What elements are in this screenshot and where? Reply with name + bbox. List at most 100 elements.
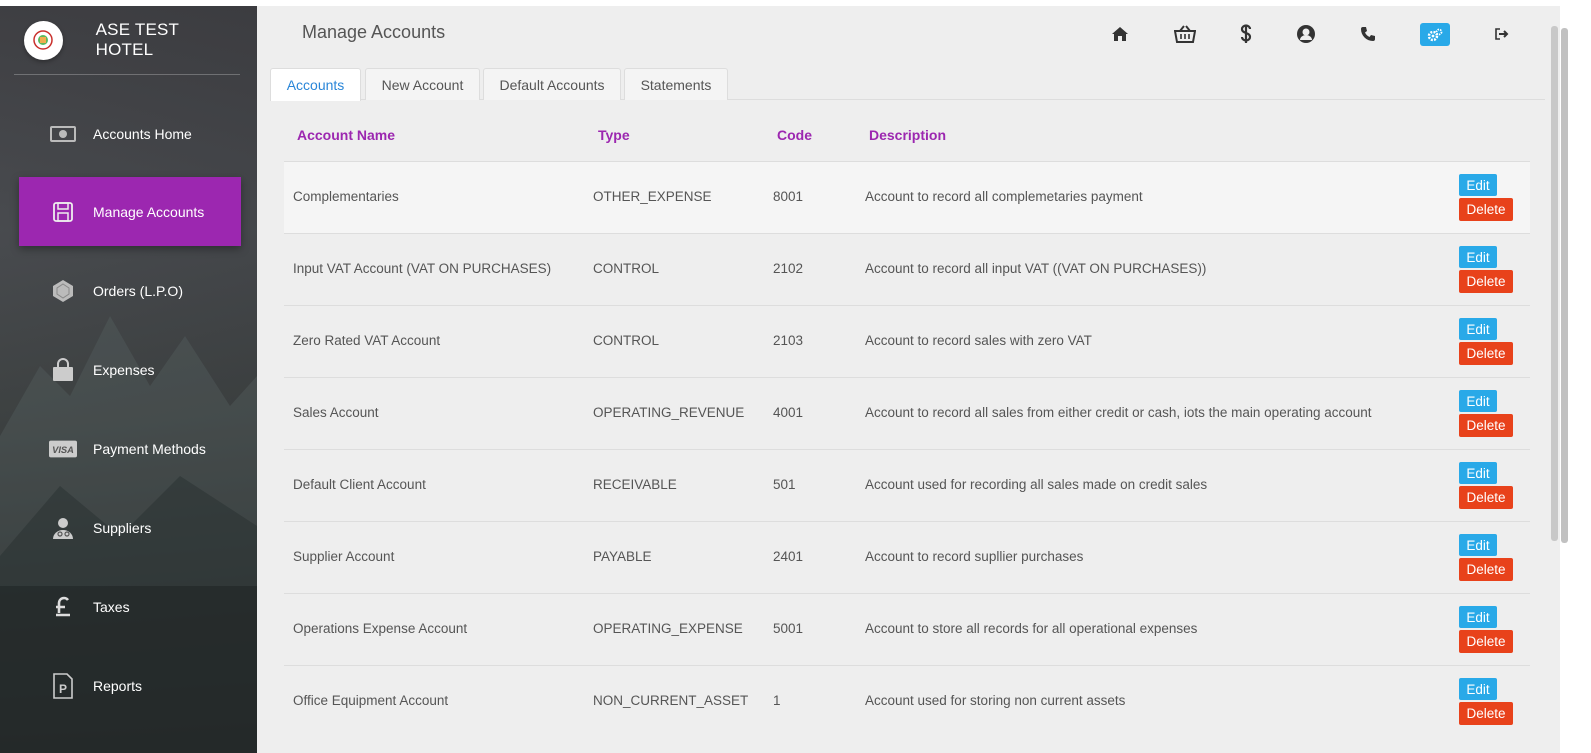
tab-default-accounts[interactable]: Default Accounts [483,68,621,100]
delete-button[interactable]: Delete [1459,558,1513,581]
column-header-description: Description [869,127,947,143]
cell-description: Account to record sales with zero VAT [865,333,1092,348]
user-md-icon [49,516,77,540]
edit-button[interactable]: Edit [1459,462,1497,484]
sidebar-item-label: Orders (L.P.O) [93,282,183,299]
cell-code: 1 [773,693,781,708]
basket-icon[interactable] [1171,20,1199,48]
accounts-table: Account Name Type Code Description Compl… [284,116,1530,737]
cell-description: Account used for storing non current ass… [865,693,1126,708]
cell-description: Account to store all records for all ope… [865,621,1198,636]
sidebar-item-label: Reports [93,677,143,694]
edit-button[interactable]: Edit [1459,606,1497,628]
tab-accounts[interactable]: Accounts [270,68,361,101]
cell-code: 8001 [773,189,804,204]
cell-type: PAYABLE [593,549,652,564]
cell-account-name: Sales Account [293,405,379,420]
table-row: Complementaries OTHER_EXPENSE 8001 Account … [284,161,1530,233]
cell-account-name: Input VAT Account (VAT ON PURCHASES) [293,261,552,276]
table-row: Supplier Account PAYABLE 2401 Account to re… [284,521,1530,593]
edit-button[interactable]: Edit [1459,390,1497,412]
table-row: Zero Rated VAT Account CONTROL 2103 Account… [284,305,1530,377]
delete-button[interactable]: Delete [1459,630,1513,653]
cell-description: Account used for recording all sales mad… [865,477,1208,492]
scrollbar-track[interactable] [1560,6,1591,753]
save-icon [49,200,77,224]
delete-button[interactable]: Delete [1459,486,1513,509]
table-body: Complementaries OTHER_EXPENSE 8001 Account … [284,161,1530,737]
shopping-bag-icon [49,357,77,382]
phone-icon[interactable] [1354,20,1382,48]
edit-button[interactable]: Edit [1459,246,1497,268]
column-header-account-name: Account Name [297,127,396,143]
cell-code: 5001 [773,621,804,636]
delete-button[interactable]: Delete [1459,414,1513,437]
sign-out-icon[interactable] [1488,20,1516,48]
cell-code: 2103 [773,333,804,348]
cell-description: Account to record all sales from either … [865,405,1372,420]
delete-button[interactable]: Delete [1459,702,1513,725]
sidebar-item-suppliers[interactable]: Suppliers [19,493,241,562]
sidebar-item-label: Suppliers [93,519,152,536]
cell-code: 2401 [773,549,804,564]
tab-new-account[interactable]: New Account [365,68,480,100]
column-header-type: Type [598,127,630,143]
cell-account-name: Default Client Account [293,477,426,492]
dollar-icon[interactable] [1232,20,1260,48]
report-icon: P [49,672,77,699]
cell-type: CONTROL [593,261,660,276]
edit-button[interactable]: Edit [1459,534,1497,556]
table-row: Operations Expense Account OPERATING_EXPE… [284,593,1530,665]
sidebar-item-label: Taxes [93,598,130,615]
cell-description: Account to record all input VAT ((VAT ON… [865,261,1207,276]
sidebar-item-reports[interactable]: P Reports [19,651,241,720]
cell-code: 4001 [773,405,804,420]
orders-icon [49,279,77,303]
cell-type: CONTROL [593,333,660,348]
delete-button[interactable]: Delete [1459,342,1513,365]
table-row: Sales Account OPERATING_REVENUE 4001 Accoun… [284,377,1530,449]
edit-button[interactable]: Edit [1459,678,1497,700]
delete-button[interactable]: Delete [1459,270,1513,293]
table-row: Default Client Account RECEIVABLE 501 Accou… [284,449,1530,521]
cell-account-name: Complementaries [293,189,399,204]
sidebar-item-orders[interactable]: Orders (L.P.O) [19,256,241,325]
svg-text:P: P [59,682,67,696]
sidebar-item-taxes[interactable]: Taxes [19,572,241,641]
cell-type: NON_CURRENT_ASSET [593,693,749,708]
cell-type: RECEIVABLE [593,477,677,492]
sidebar-item-accounts-home[interactable]: Accounts Home [19,99,241,168]
home-icon[interactable] [1106,20,1134,48]
cell-description: Account to record all complemetaries pay… [865,189,1143,204]
hotel-logo-icon[interactable] [24,20,63,60]
main-content: Manage Accounts Accounts New Account Def… [257,6,1560,753]
account-tabs: Accounts New Account Default Accounts St… [270,68,1545,101]
sidebar-item-manage-accounts[interactable]: Manage Accounts [19,177,241,246]
cell-code: 2102 [773,261,804,276]
cell-account-name: Operations Expense Account [293,621,468,636]
edit-button[interactable]: Edit [1459,174,1497,196]
sidebar-item-expenses[interactable]: Expenses [19,335,241,404]
hotel-name: ASE TEST HOTEL [95,20,179,59]
sidebar: ASE TEST HOTEL Accounts Home Manage Acco… [0,6,257,753]
table-row: Office Equipment Account NON_CURRENT_ASSE… [284,665,1530,737]
scrollbar-thumb[interactable] [1561,28,1568,543]
tab-statements[interactable]: Statements [624,68,728,100]
cell-description: Account to record supllier purchases [865,549,1084,564]
cell-account-name: Supplier Account [293,549,395,564]
cell-type: OPERATING_EXPENSE [593,621,743,636]
cell-type: OPERATING_REVENUE [593,405,745,420]
sidebar-item-label: Manage Accounts [93,203,205,220]
edit-button[interactable]: Edit [1459,318,1497,340]
user-icon[interactable] [1292,20,1320,48]
scrollbar[interactable] [1551,26,1558,541]
delete-button[interactable]: Delete [1459,198,1513,221]
sidebar-item-label: Payment Methods [93,440,206,457]
sidebar-item-label: Expenses [93,361,155,378]
cogs-icon[interactable] [1420,23,1450,46]
sidebar-item-label: Accounts Home [93,125,192,142]
brand-header: ASE TEST HOTEL [14,6,240,75]
cell-account-name: Office Equipment Account [293,693,449,708]
table-header: Account Name Type Code Description [284,116,1530,161]
sidebar-item-payment-methods[interactable]: VISA Payment Methods [19,414,241,483]
